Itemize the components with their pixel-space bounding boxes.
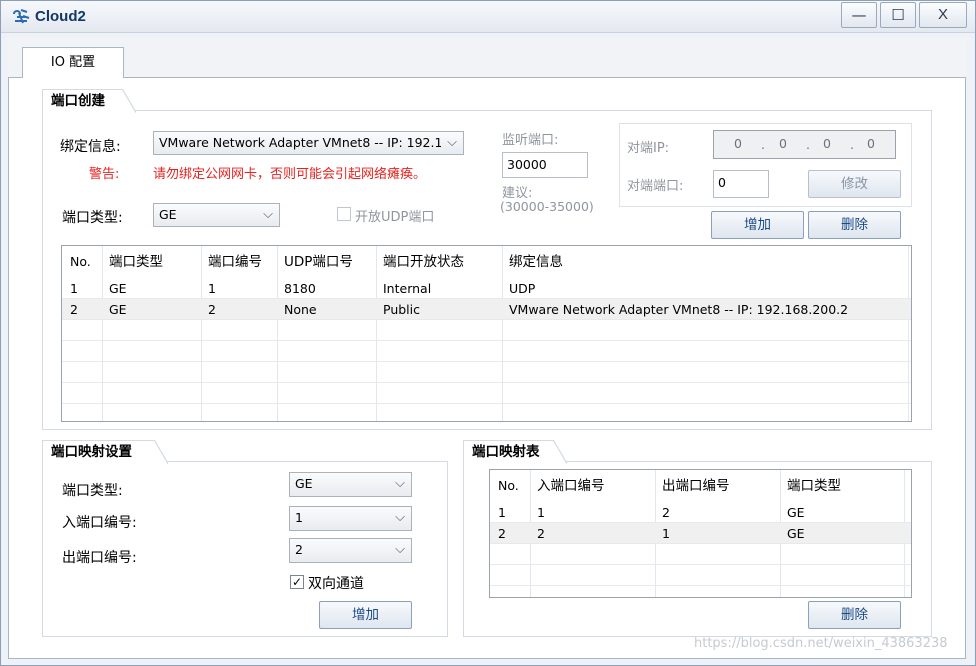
add-port-button[interactable]: 增加 — [711, 211, 804, 239]
ip-dot: . — [850, 137, 854, 152]
column-header[interactable]: 绑定信息 — [503, 246, 563, 278]
table-cell: 1 — [537, 505, 545, 520]
column-header[interactable]: 入端口编号 — [531, 470, 605, 502]
table-cell: 2 — [662, 505, 670, 520]
table-row[interactable]: 2 GE 2 None Public VMware Network Adapte… — [62, 299, 911, 320]
chevron-down-icon: ⌵ — [395, 510, 405, 525]
ip-dot: . — [761, 137, 765, 152]
chevron-down-icon: ⌵ — [395, 476, 405, 491]
bidirectional-label: 双向通道 — [308, 576, 364, 592]
peer-port-input[interactable]: 0 — [713, 170, 769, 198]
bidirectional-checkbox[interactable]: ✓ — [290, 575, 304, 589]
table-cell: 1 — [662, 526, 670, 541]
title-bar[interactable]: Cloud2 — ☐ X — [1, 1, 975, 33]
table-cell: 2 — [537, 526, 545, 541]
column-header[interactable]: No. — [492, 470, 519, 502]
peer-ip-label: 对端IP: — [627, 141, 670, 156]
table-cell: None — [284, 302, 317, 317]
table-cell: 8180 — [284, 281, 316, 296]
chevron-down-icon: ⌵ — [395, 542, 405, 557]
delete-port-button[interactable]: 删除 — [808, 211, 901, 239]
in-port-label: 入端口编号: — [62, 515, 137, 531]
table-cell: 2 — [208, 302, 216, 317]
port-mapping-table-title: 端口映射表 — [463, 440, 567, 464]
empty-row — [62, 320, 911, 341]
chevron-down-icon: ⌵ — [263, 207, 273, 222]
table-cell: 1 — [70, 281, 78, 296]
table-cell: GE — [109, 302, 127, 317]
empty-row — [62, 404, 911, 421]
table-cell: 1 — [498, 505, 506, 520]
mapping-port-type-label: 端口类型: — [62, 483, 123, 499]
open-udp-checkbox[interactable] — [337, 207, 351, 221]
warning-label: 警告: — [89, 167, 120, 182]
listen-port-label: 监听端口: — [502, 133, 559, 148]
empty-row — [62, 362, 911, 383]
column-header[interactable]: No. — [64, 246, 91, 278]
table-cell: GE — [109, 281, 127, 296]
empty-row — [490, 544, 911, 565]
column-header[interactable]: 端口开放状态 — [377, 246, 464, 278]
table-cell: GE — [787, 526, 805, 541]
table-cell: UDP — [509, 281, 536, 296]
table-cell: 2 — [70, 302, 78, 317]
column-header[interactable]: 端口类型 — [103, 246, 163, 278]
column-header[interactable]: 端口类型 — [781, 470, 841, 502]
empty-row — [490, 565, 911, 586]
bind-info-label: 绑定信息: — [60, 139, 121, 155]
peer-port-label: 对端端口: — [627, 179, 684, 194]
port-mapping-settings-title: 端口映射设置 — [42, 440, 168, 464]
minimize-button[interactable]: — — [841, 2, 877, 28]
table-cell: VMware Network Adapter VMnet8 -- IP: 192… — [509, 302, 849, 317]
port-type-select[interactable]: GE ⌵ — [153, 203, 280, 227]
in-port-select[interactable]: 1 ⌵ — [289, 506, 412, 531]
port-creation-title: 端口创建 — [42, 89, 136, 113]
watermark: https://blog.csdn.net/weixin_43863238 — [694, 636, 948, 651]
close-button[interactable]: X — [919, 2, 967, 28]
peer-ip-octet-3: 0 — [823, 136, 831, 151]
cloud-icon — [13, 9, 30, 24]
modify-button[interactable]: 修改 — [808, 170, 901, 198]
ip-dot: . — [806, 137, 810, 152]
table-cell: Internal — [383, 281, 432, 296]
tab-io-config[interactable]: IO 配置 — [22, 47, 124, 78]
table-row[interactable]: 2 2 1 GE — [490, 523, 911, 544]
empty-row — [62, 341, 911, 362]
port-table: No. 端口类型 端口编号 UDP端口号 端口开放状态 绑定信息 1 GE 1 … — [61, 245, 912, 422]
suggest-range: (30000-35000) — [500, 199, 594, 214]
peer-ip-octet-2: 0 — [779, 136, 787, 151]
delete-mapping-button[interactable]: 删除 — [808, 601, 901, 629]
bind-info-select[interactable]: VMware Network Adapter VMnet8 -- IP: 192… — [153, 131, 464, 155]
out-port-label: 出端口编号: — [62, 550, 137, 566]
warning-text: 请勿绑定公网网卡，否则可能会引起网络瘫痪。 — [153, 167, 427, 182]
column-header[interactable]: 出端口编号 — [656, 470, 730, 502]
add-mapping-button[interactable]: 增加 — [319, 601, 412, 629]
listen-port-input[interactable]: 30000 — [502, 152, 588, 178]
chevron-down-icon: ⌵ — [447, 135, 457, 150]
table-row[interactable]: 1 GE 1 8180 Internal UDP — [62, 278, 911, 299]
maximize-button[interactable]: ☐ — [880, 2, 916, 28]
table-header-row: No. 端口类型 端口编号 UDP端口号 端口开放状态 绑定信息 — [62, 246, 911, 278]
peer-ip-octet-1: 0 — [734, 136, 742, 151]
column-header[interactable]: UDP端口号 — [278, 246, 353, 278]
table-cell: Public — [383, 302, 420, 317]
out-port-select[interactable]: 2 ⌵ — [289, 538, 412, 563]
column-header[interactable]: 端口编号 — [202, 246, 262, 278]
peer-ip-input[interactable]: 0 . 0 . 0 . 0 — [713, 130, 896, 159]
table-cell: 2 — [498, 526, 506, 541]
peer-ip-octet-4: 0 — [867, 136, 875, 151]
table-header-row: No. 入端口编号 出端口编号 端口类型 — [490, 470, 911, 502]
mapping-port-type-select[interactable]: GE ⌵ — [289, 472, 412, 497]
window-title: Cloud2 — [35, 8, 86, 25]
table-cell: GE — [787, 505, 805, 520]
port-type-label: 端口类型: — [62, 210, 123, 226]
empty-row — [62, 383, 911, 404]
port-mapping-table: No. 入端口编号 出端口编号 端口类型 1 1 2 GE 2 2 1 GE — [489, 469, 912, 598]
open-udp-label: 开放UDP端口 — [355, 210, 435, 225]
table-cell: 1 — [208, 281, 216, 296]
table-row[interactable]: 1 1 2 GE — [490, 502, 911, 523]
